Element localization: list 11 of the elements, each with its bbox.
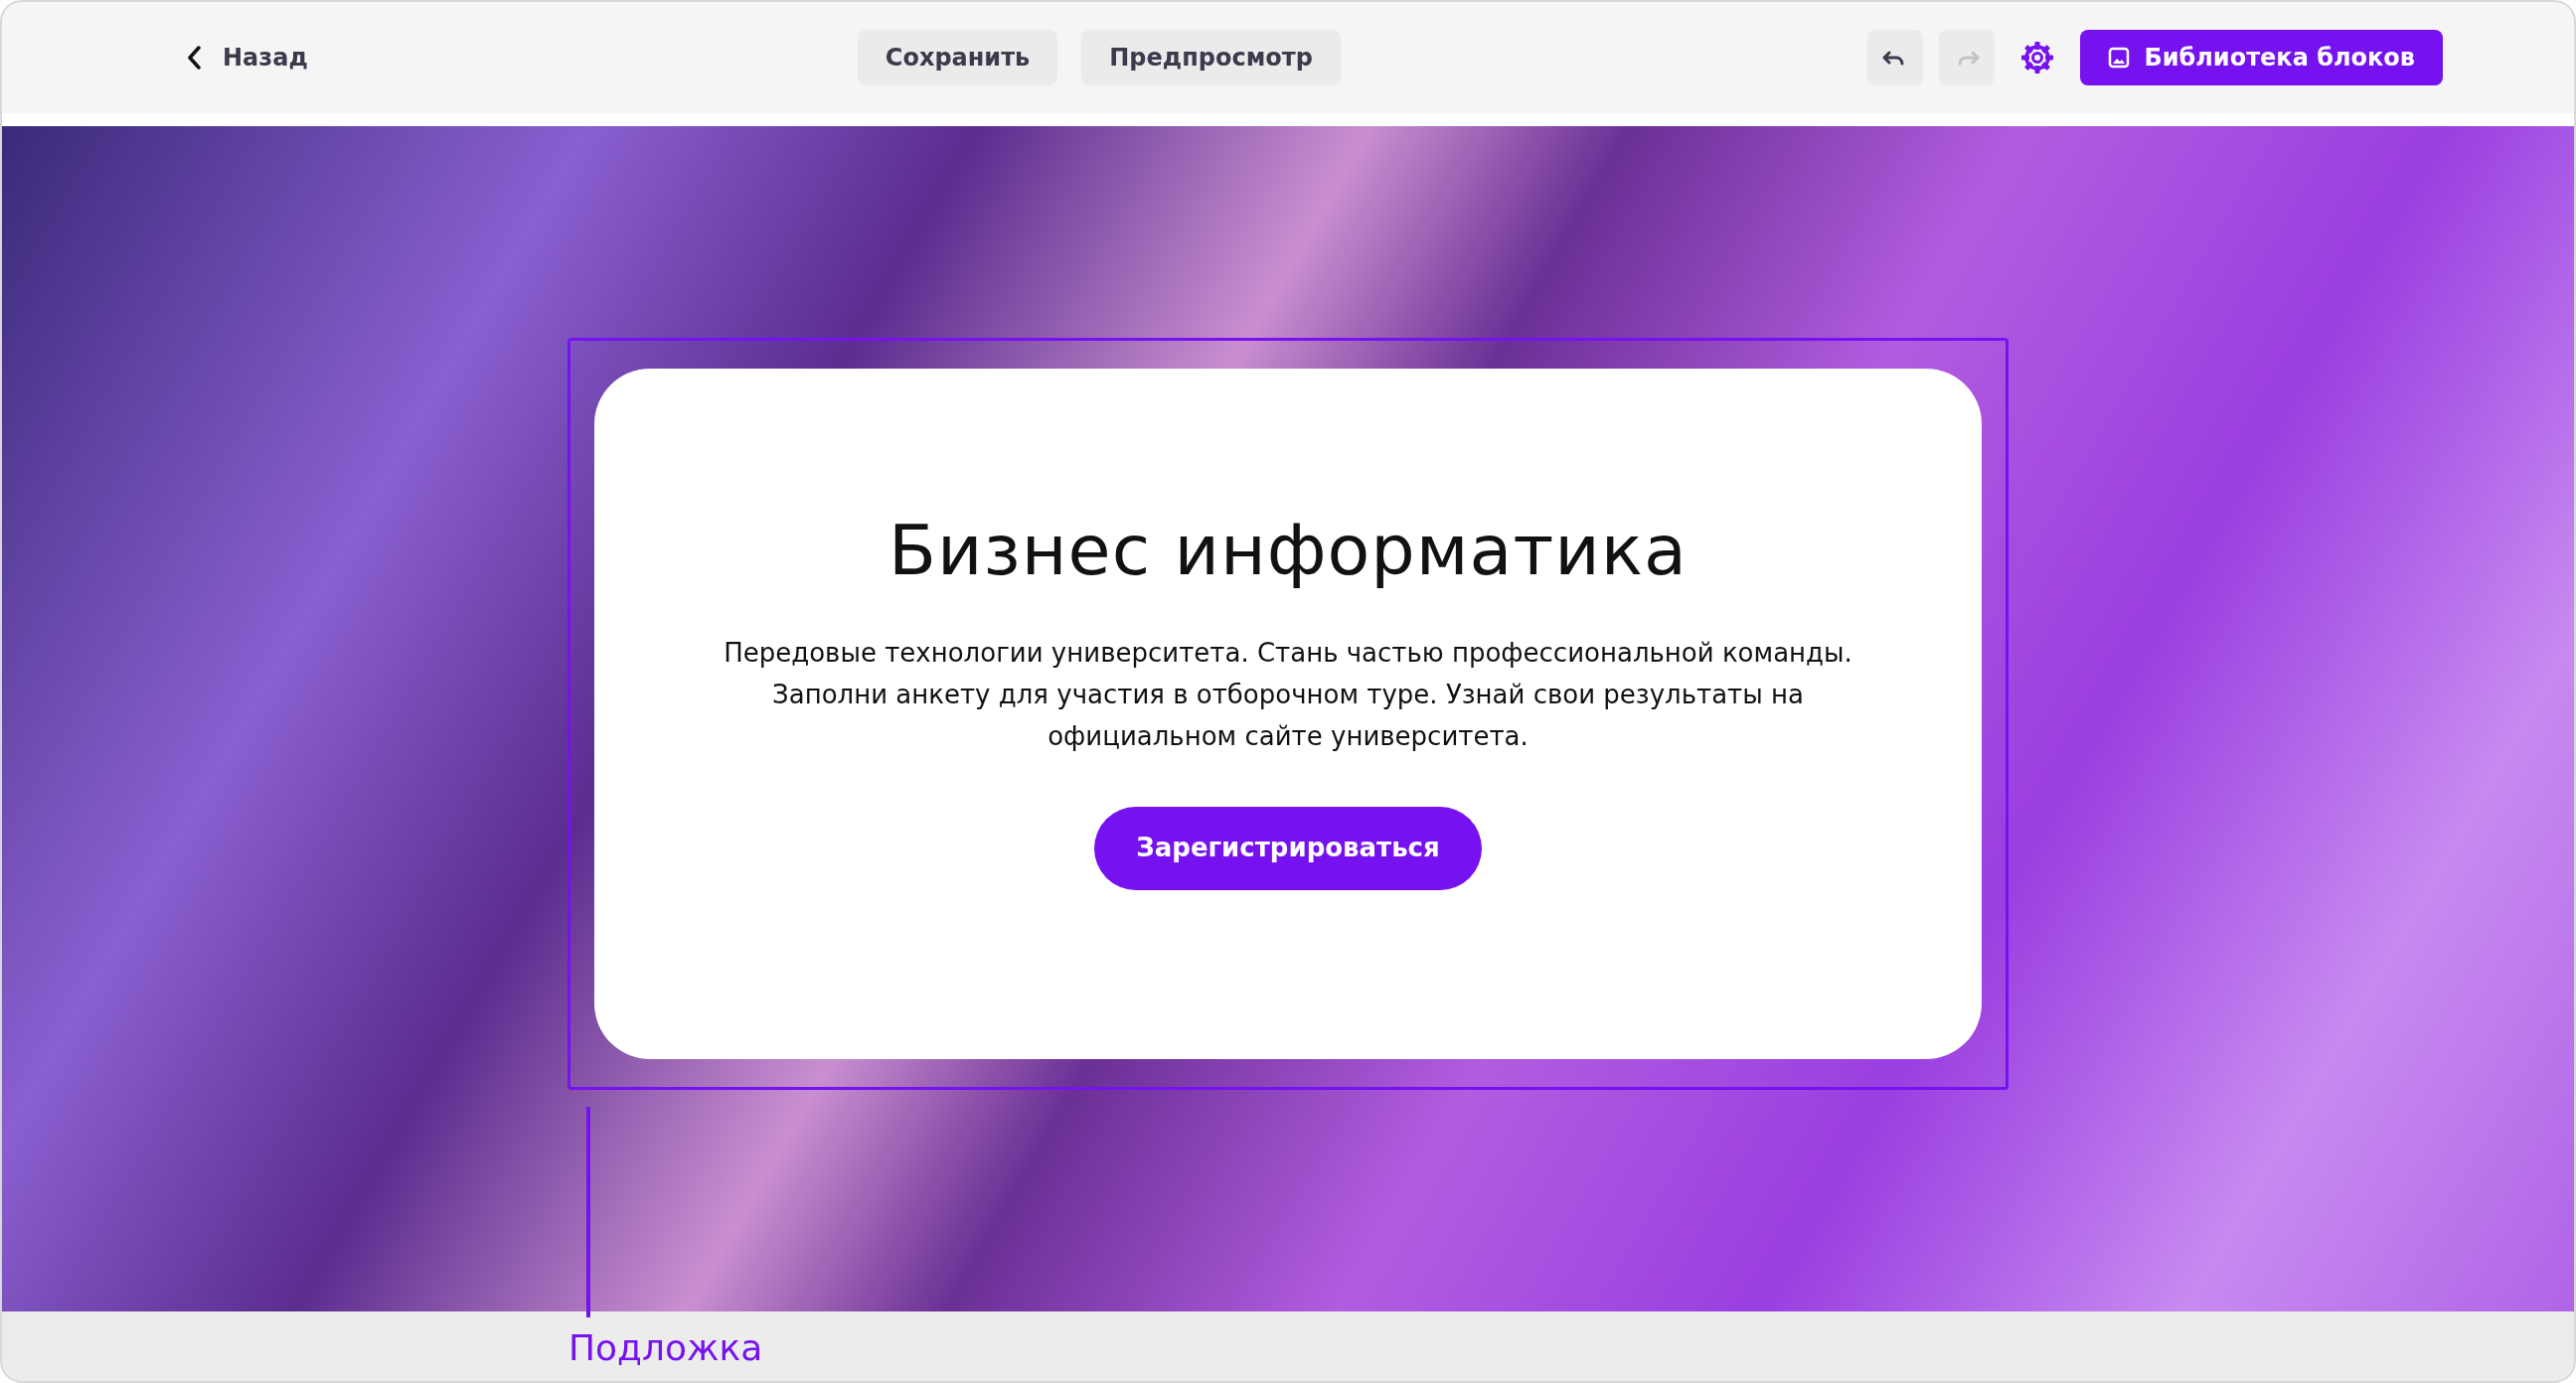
back-button[interactable]: Назад <box>179 32 316 83</box>
card-description: Передовые технологии университета. Стань частью профессиональной команды. Заполни анкету для участия в отборочном туре. Узнай свои результаты на официальном сайте университета. <box>723 636 1853 753</box>
card-title: Бизнес информатика <box>888 508 1688 592</box>
back-icon <box>187 46 201 70</box>
annotation-label: Подложка <box>568 1327 763 1368</box>
image-icon <box>2108 47 2131 69</box>
preview-button[interactable]: Предпросмотр <box>1081 30 1341 85</box>
block-library-button[interactable]: Библиотека блоков <box>2080 30 2443 85</box>
undo-button[interactable] <box>1867 30 1924 85</box>
register-button[interactable]: Зарегистрироваться <box>1094 806 1482 890</box>
save-button[interactable]: Сохранить <box>857 30 1058 85</box>
